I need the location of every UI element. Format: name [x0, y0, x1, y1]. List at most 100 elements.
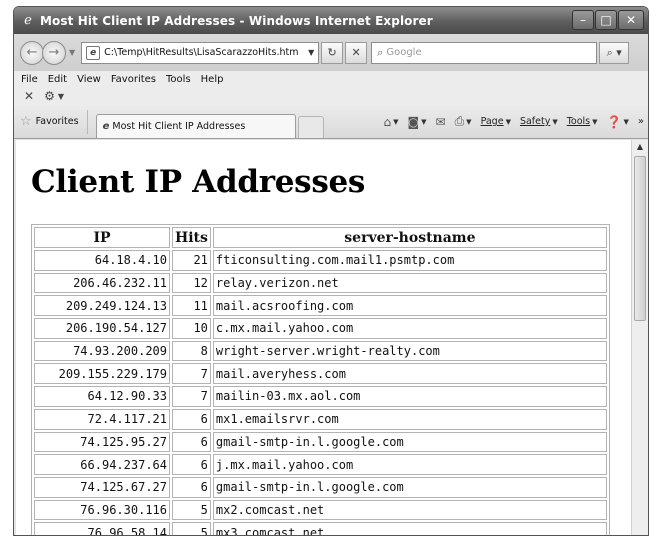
star-icon: ☆	[20, 114, 32, 129]
safety-menu-button[interactable]: Safety ▼	[520, 116, 558, 127]
table-row: 209.249.124.13 11 mail.acsroofing.com	[34, 295, 607, 317]
column-header-hits: Hits	[172, 227, 211, 248]
hostname-cell: mx1.emailsrvr.com	[212, 408, 607, 430]
hostname-cell: mail.acsroofing.com	[212, 295, 607, 317]
maximize-button[interactable]: □	[595, 10, 617, 30]
ip-cell: 74.125.67.27	[34, 476, 170, 498]
command-bar: ⌂ ▼ ◙ ▼ ✉ ⎙ ▼ Page ▼ Safety ▼ Tools ▼ ❓ …	[383, 114, 648, 129]
table-row: 209.155.229.179 7 mail.averyhess.com	[34, 363, 607, 385]
address-dropdown-icon[interactable]: ▼	[304, 48, 318, 57]
menu-tools[interactable]: Tools	[166, 74, 191, 85]
ip-cell: 64.12.90.33	[34, 386, 170, 407]
tab-label: Most Hit Client IP Addresses	[112, 121, 246, 132]
feeds-button[interactable]: ◙ ▼	[407, 115, 426, 129]
hits-cell: 6	[172, 431, 211, 453]
more-tools-chevron-icon[interactable]: »	[638, 116, 644, 127]
ip-cell: 72.4.117.21	[34, 408, 170, 430]
hits-cell: 5	[172, 522, 211, 535]
table-row: 72.4.117.21 6 mx1.emailsrvr.com	[34, 408, 607, 430]
minimize-button[interactable]: –	[572, 10, 594, 30]
menu-favorites[interactable]: Favorites	[111, 74, 156, 85]
hostname-cell: mailin-03.mx.aol.com	[212, 386, 607, 407]
help-icon: ❓	[606, 114, 622, 129]
help-button[interactable]: ❓ ▼	[607, 115, 629, 129]
favorites-label: Favorites	[35, 116, 79, 127]
chevron-down-icon: ▼	[552, 117, 558, 126]
scrollbar-thumb[interactable]	[634, 156, 646, 321]
read-mail-button[interactable]: ✉	[436, 115, 446, 129]
hostname-cell: gmail-smtp-in.l.google.com	[212, 431, 607, 453]
page-icon: e	[86, 45, 101, 60]
ip-cell: 209.155.229.179	[34, 363, 170, 385]
hostname-cell: mail.averyhess.com	[212, 363, 607, 385]
page-menu-button[interactable]: Page ▼	[481, 116, 511, 127]
table-row: 206.46.232.11 12 relay.verizon.net	[34, 272, 607, 294]
settings-icon[interactable]: ⚙	[44, 89, 55, 103]
toolbar-strip: ✕ ⚙ ▼	[14, 87, 648, 105]
settings-dropdown-icon[interactable]: ▼	[58, 92, 64, 101]
tab-row: ☆ Favorites e Most Hit Client IP Address…	[14, 105, 648, 139]
hostname-cell: j.mx.mail.yahoo.com	[212, 454, 607, 475]
print-button[interactable]: ⎙ ▼	[455, 114, 472, 129]
hits-cell: 7	[172, 386, 211, 407]
ip-cell: 66.94.237.64	[34, 454, 170, 475]
hits-cell: 6	[172, 454, 211, 475]
ip-table: IP Hits server-hostname 64.18.4.10 21 ftic…	[31, 224, 610, 535]
feeds-dropdown-icon[interactable]: ▼	[421, 118, 426, 126]
tab-active[interactable]: e Most Hit Client IP Addresses	[95, 114, 296, 138]
address-bar[interactable]: e C:\Temp\HitResults\LisaScarazzoHits.ht…	[81, 41, 320, 64]
table-row: 206.190.54.127 10 c.mx.mail.yahoo.com	[34, 318, 607, 339]
menu-file[interactable]: File	[21, 74, 38, 85]
home-dropdown-icon[interactable]: ▼	[393, 118, 398, 126]
hits-cell: 11	[172, 295, 211, 317]
back-button[interactable]: ←	[20, 40, 44, 65]
tools-menu-button[interactable]: Tools ▼	[567, 116, 598, 127]
ip-cell: 64.18.4.10	[34, 250, 170, 271]
refresh-button[interactable]: ↻	[321, 41, 344, 64]
search-button[interactable]: ⌕ ▾	[599, 41, 630, 64]
hostname-cell: relay.verizon.net	[212, 272, 607, 294]
ip-cell: 206.46.232.11	[34, 272, 170, 294]
table-row: 76.96.58.14 5 mx3.comcast.net	[34, 522, 607, 535]
hostname-cell: wright-server.wright-realty.com	[212, 340, 607, 362]
table-row: 74.125.67.27 6 gmail-smtp-in.l.google.com	[34, 476, 607, 498]
search-box[interactable]: ⌕ Google	[371, 41, 598, 64]
ie-logo-icon: ℯ	[24, 12, 32, 28]
forward-button[interactable]: →	[42, 40, 66, 65]
hits-cell: 10	[172, 318, 211, 339]
menu-help[interactable]: Help	[201, 74, 224, 85]
ip-cell: 76.96.30.116	[34, 499, 170, 521]
favorites-button[interactable]: ☆ Favorites	[20, 109, 88, 134]
hits-cell: 7	[172, 363, 211, 385]
search-input[interactable]: Google	[386, 47, 421, 58]
title-bar: ℯ Most Hit Client IP Addresses - Windows…	[14, 7, 648, 34]
hits-cell: 12	[172, 272, 211, 294]
print-dropdown-icon[interactable]: ▼	[466, 118, 471, 126]
stop-button[interactable]: ✕	[345, 41, 368, 64]
window-title: Most Hit Client IP Addresses - Windows I…	[40, 13, 433, 28]
help-dropdown-icon[interactable]: ▼	[623, 118, 628, 126]
new-tab-button[interactable]	[297, 116, 324, 138]
search-icon: ⌕	[377, 45, 384, 59]
table-body: 64.18.4.10 21 fticonsulting.com.mail1.psmt…	[34, 250, 607, 535]
hostname-cell: mx2.comcast.net	[212, 499, 607, 521]
address-toolbar: ← → ▼ e C:\Temp\HitResults\LisaScarazzoH…	[14, 34, 648, 71]
table-row: 66.94.237.64 6 j.mx.mail.yahoo.com	[34, 454, 607, 475]
column-header-ip: IP	[34, 227, 170, 248]
hostname-cell: gmail-smtp-in.l.google.com	[212, 476, 607, 498]
recent-pages-dropdown-icon[interactable]: ▼	[69, 48, 75, 57]
home-button[interactable]: ⌂ ▼	[383, 115, 398, 129]
table-row: 64.18.4.10 21 fticonsulting.com.mail1.psmt…	[34, 250, 607, 271]
menu-edit[interactable]: Edit	[48, 74, 67, 85]
rss-feed-icon: ◙	[407, 114, 420, 129]
page-title: Client IP Addresses	[31, 164, 366, 200]
mail-icon: ✉	[435, 114, 446, 129]
vertical-scrollbar[interactable]: ▲	[631, 140, 648, 535]
close-button[interactable]: ✕	[618, 10, 644, 30]
address-input[interactable]: C:\Temp\HitResults\LisaScarazzoHits.htm	[104, 47, 304, 58]
tools-menu-label: Tools	[566, 116, 591, 127]
close-toolbar-icon[interactable]: ✕	[24, 89, 34, 103]
scroll-up-arrow-icon[interactable]: ▲	[632, 140, 648, 154]
home-icon: ⌂	[383, 114, 392, 129]
menu-view[interactable]: View	[77, 74, 101, 85]
